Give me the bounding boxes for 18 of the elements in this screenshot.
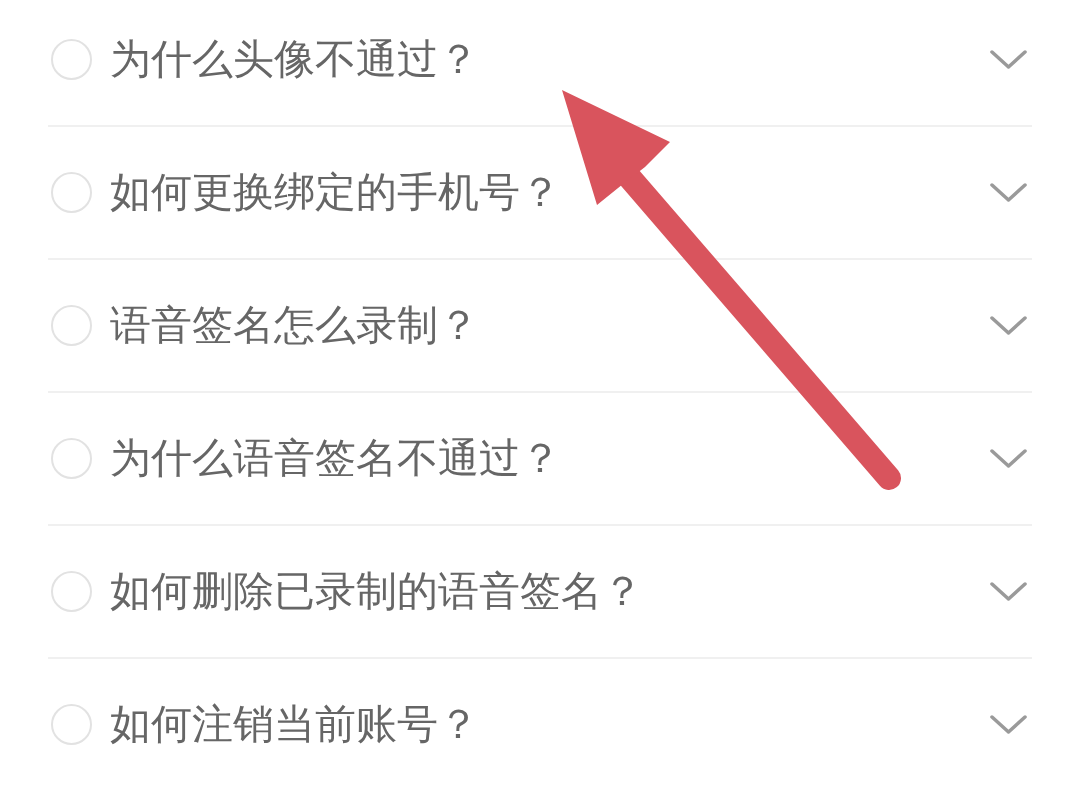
chevron-down-icon[interactable]	[990, 581, 1027, 602]
question-text[interactable]: 如何更换绑定的手机号？	[110, 167, 990, 218]
radio-button[interactable]	[51, 305, 92, 346]
question-text[interactable]: 为什么语音签名不通过？	[110, 433, 990, 484]
chevron-down-icon[interactable]	[990, 315, 1027, 336]
radio-button[interactable]	[51, 704, 92, 745]
radio-button[interactable]	[51, 571, 92, 612]
radio-button[interactable]	[51, 438, 92, 479]
chevron-down-icon[interactable]	[990, 49, 1027, 70]
radio-button[interactable]	[51, 39, 92, 80]
question-text[interactable]: 如何注销当前账号？	[110, 699, 990, 750]
chevron-down-icon[interactable]	[990, 448, 1027, 469]
question-text[interactable]: 语音签名怎么录制？	[110, 300, 990, 351]
question-text[interactable]: 为什么头像不通过？	[110, 34, 990, 85]
chevron-down-icon[interactable]	[990, 182, 1027, 203]
chevron-down-icon[interactable]	[990, 714, 1027, 735]
radio-button[interactable]	[51, 172, 92, 213]
question-text[interactable]: 如何删除已录制的语音签名？	[110, 566, 990, 617]
